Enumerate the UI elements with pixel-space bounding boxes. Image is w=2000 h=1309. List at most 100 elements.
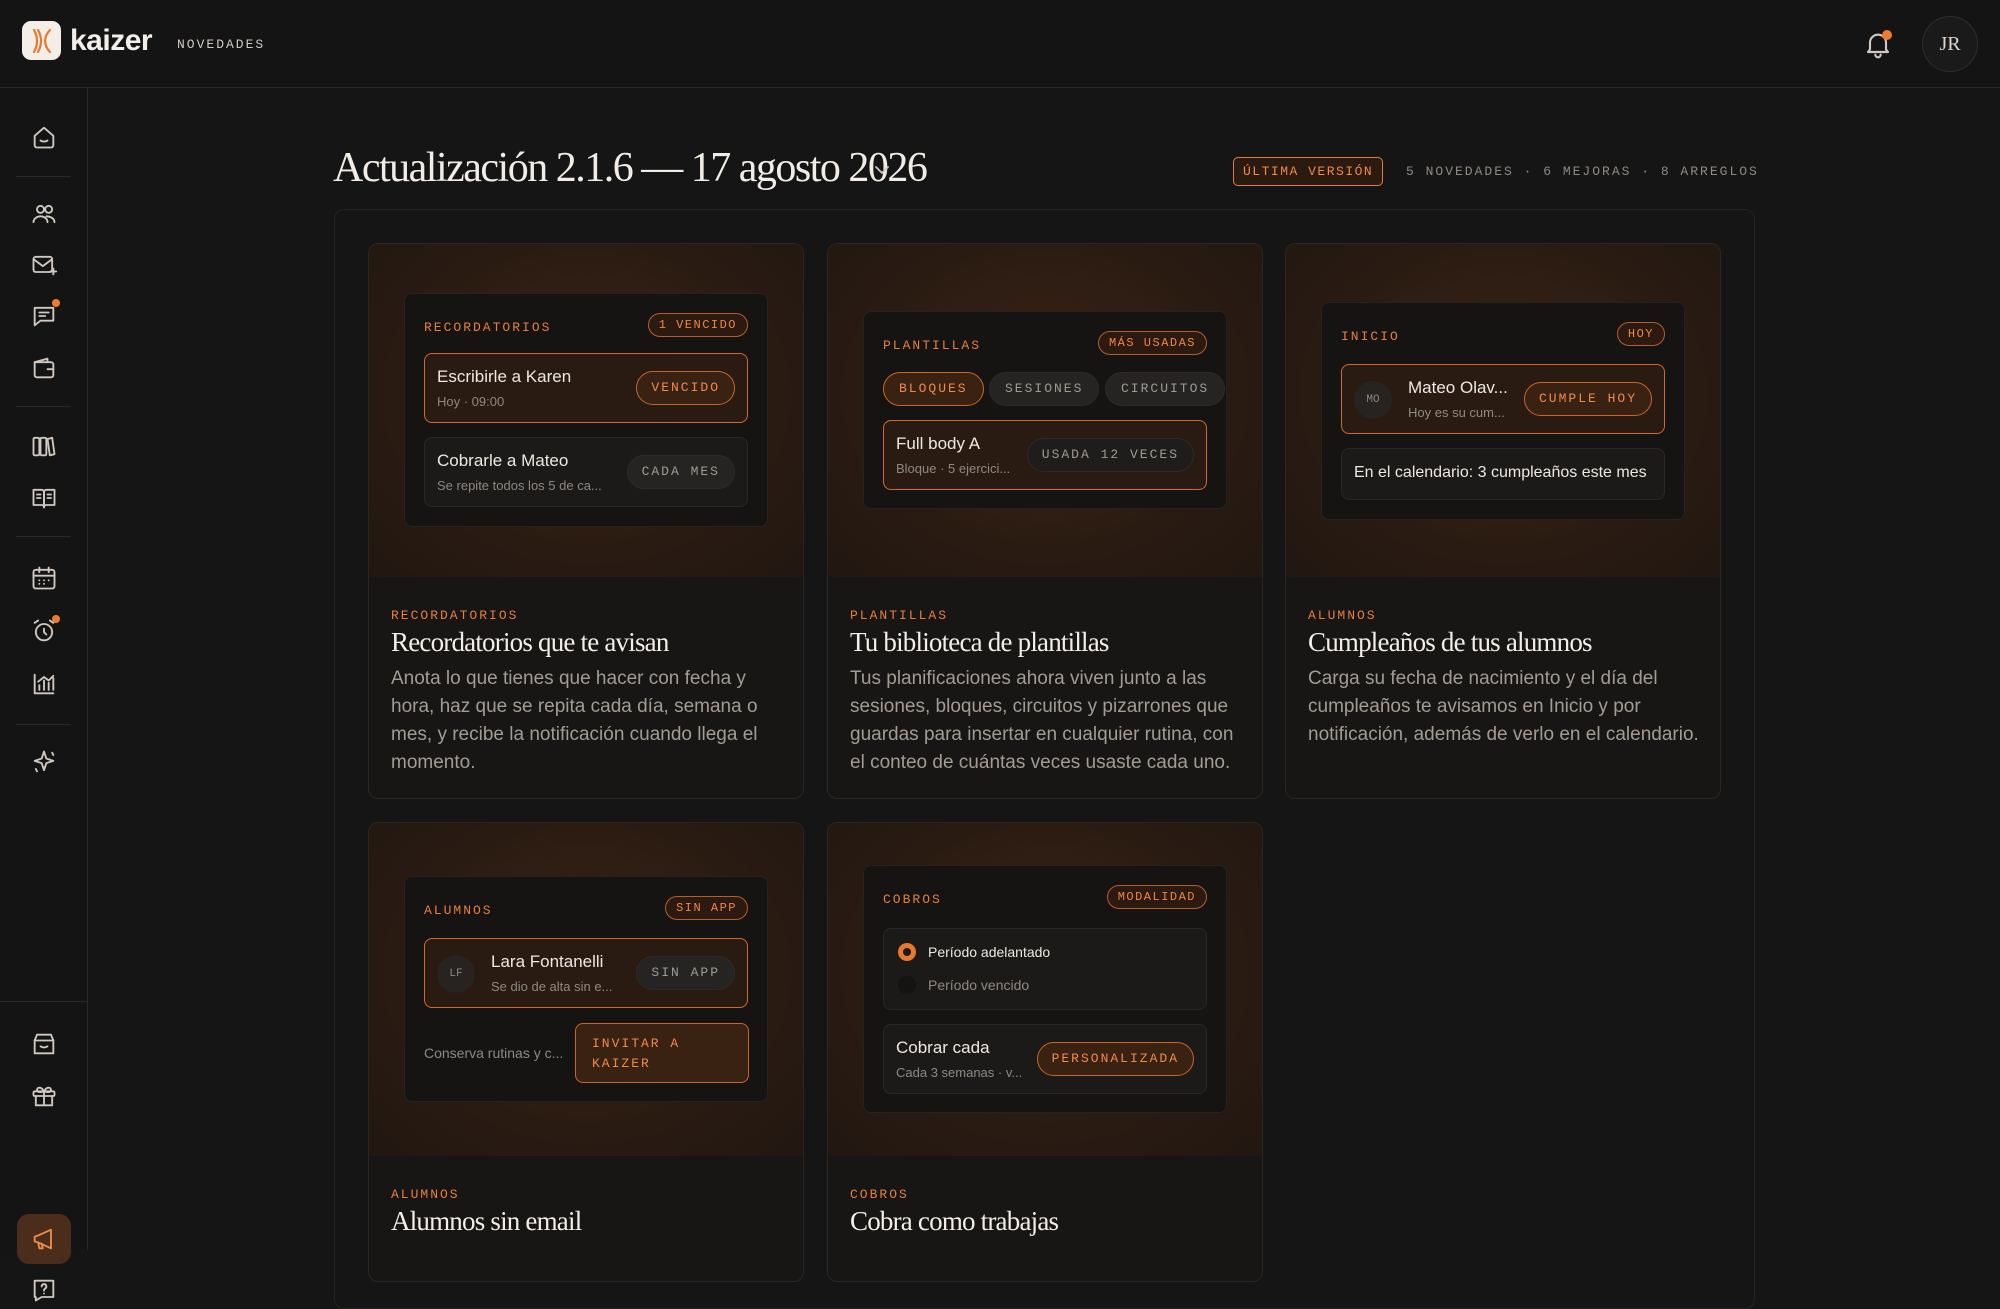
chevron-down-icon[interactable]: [872, 160, 892, 180]
radio-unselected[interactable]: [898, 976, 916, 994]
birthday-row[interactable]: MO Mateo Olav... Hoy es su cum... CUMPLE…: [1341, 364, 1665, 434]
calendar-note: En el calendario: 3 cumpleaños este mes: [1354, 464, 1647, 481]
custom-frequency-badge[interactable]: PERSONALIZADA: [1036, 1042, 1194, 1076]
feature-card-alumnos-sin-email[interactable]: ALUMNOS SIN APP LF Lara Fontanelli Se di…: [368, 822, 804, 1282]
chat-badge-dot: [52, 299, 60, 307]
student-avatar: MO: [1354, 381, 1392, 419]
student-name: Lara Fontanelli: [491, 952, 604, 971]
billing-mode-options: Período adelantado Período vencido: [883, 928, 1207, 1010]
users-icon[interactable]: [26, 196, 62, 232]
overdue-count-badge: 1 VENCIDO: [647, 313, 748, 337]
sidebar-divider: [0, 1001, 88, 1002]
mail-plus-icon[interactable]: [26, 247, 62, 283]
card-category: ALUMNOS: [391, 1187, 460, 1202]
reminder-recurrence: Se repite todos los 5 de ca...: [437, 478, 602, 493]
reminder-row[interactable]: Cobrarle a Mateo Se repite todos los 5 d…: [424, 437, 748, 507]
sparkles-icon[interactable]: [26, 744, 62, 780]
user-avatar[interactable]: JR: [1922, 16, 1978, 72]
card-category: PLANTILLAS: [850, 608, 949, 623]
card-preview: RECORDATORIOS 1 VENCIDO Escribirle a Kar…: [369, 244, 803, 577]
sidebar-divider: [16, 406, 71, 407]
card-title: Cobra como trabajas: [850, 1206, 1059, 1236]
most-used-badge: MÁS USADAS: [1097, 331, 1207, 355]
preview-header: ALUMNOS: [424, 903, 493, 918]
template-subtitle: Bloque · 5 ejercici...: [896, 461, 1011, 476]
tab-bloques[interactable]: BLOQUES: [883, 372, 984, 406]
radio-selected[interactable]: [898, 943, 916, 961]
option-label: Período adelantado: [928, 944, 1051, 960]
preview-panel: PLANTILLAS MÁS USADAS BLOQUES SESIONES C…: [863, 311, 1227, 509]
modality-badge: MODALIDAD: [1106, 885, 1207, 909]
usage-count-badge: USADA 12 VECES: [1026, 438, 1194, 472]
footer-note: Conserva rutinas y c...: [424, 1045, 564, 1061]
reminder-time: Hoy · 09:00: [437, 394, 505, 409]
nav-novedades[interactable]: NOVEDADES: [177, 37, 265, 52]
preview-header: COBROS: [883, 892, 942, 907]
home-icon[interactable]: [26, 119, 62, 155]
invite-button[interactable]: INVITAR A KAIZER: [575, 1023, 749, 1083]
feature-card-cumpleanos[interactable]: INICIO HOY MO Mateo Olav... Hoy es su cu…: [1285, 243, 1721, 799]
reminder-title: Cobrarle a Mateo: [437, 451, 569, 470]
reminder-row[interactable]: Escribirle a Karen Hoy · 09:00 VENCIDO: [424, 353, 748, 423]
card-description: Anota lo que tienes que hacer con fecha …: [391, 668, 758, 773]
reminder-title: Escribirle a Karen: [437, 367, 572, 386]
overdue-badge[interactable]: VENCIDO: [636, 371, 735, 405]
page-title: Actualización 2.1.6 — 17 agosto 2026: [333, 145, 928, 191]
sidebar: [0, 88, 88, 1302]
feature-card-plantillas[interactable]: PLANTILLAS MÁS USADAS BLOQUES SESIONES C…: [827, 243, 1263, 799]
preview-panel: COBROS MODALIDAD Período adelantado Perí…: [863, 865, 1227, 1113]
option-label: Período vencido: [928, 977, 1030, 993]
calendar-icon[interactable]: [26, 560, 62, 596]
sidebar-divider: [16, 176, 71, 177]
birthday-note: Hoy es su cum...: [1408, 405, 1505, 420]
book-icon[interactable]: [26, 480, 62, 516]
preview-header: RECORDATORIOS: [424, 320, 552, 335]
chart-icon[interactable]: [26, 666, 62, 702]
latest-version-badge: ÚLTIMA VERSIÓN: [1233, 157, 1384, 186]
card-title: Alumnos sin email: [391, 1206, 582, 1236]
feature-card-cobros[interactable]: COBROS MODALIDAD Período adelantado Perí…: [827, 822, 1263, 1282]
preview-header: PLANTILLAS: [883, 338, 982, 353]
card-preview: PLANTILLAS MÁS USADAS BLOQUES SESIONES C…: [828, 244, 1262, 577]
preview-panel: ALUMNOS SIN APP LF Lara Fontanelli Se di…: [404, 876, 768, 1102]
no-app-badge: SIN APP: [665, 896, 748, 920]
megaphone-icon[interactable]: [26, 1221, 62, 1257]
alarm-badge-dot: [52, 615, 60, 623]
sidebar-divider: [16, 536, 71, 537]
student-avatar: LF: [437, 955, 475, 993]
student-note: Se dio de alta sin e...: [491, 979, 613, 994]
template-row[interactable]: Full body A Bloque · 5 ejercici... USADA…: [883, 420, 1207, 490]
tab-sesiones[interactable]: SESIONES: [989, 372, 1100, 406]
feature-card-recordatorios[interactable]: RECORDATORIOS 1 VENCIDO Escribirle a Kar…: [368, 243, 804, 799]
gift-icon[interactable]: [26, 1078, 62, 1114]
card-preview: INICIO HOY MO Mateo Olav... Hoy es su cu…: [1286, 244, 1720, 577]
card-category: RECORDATORIOS: [391, 608, 519, 623]
library-icon[interactable]: [26, 428, 62, 464]
top-bar: kaizer NOVEDADES JR: [0, 0, 2000, 88]
card-title: Tu biblioteca de plantillas: [850, 627, 1109, 657]
card-preview: ALUMNOS SIN APP LF Lara Fontanelli Se di…: [369, 823, 803, 1156]
preview-panel: RECORDATORIOS 1 VENCIDO Escribirle a Kar…: [404, 293, 768, 527]
tab-circuitos[interactable]: CIRCUITOS: [1105, 372, 1226, 406]
student-name: Mateo Olav...: [1408, 378, 1508, 397]
preview-header: INICIO: [1341, 329, 1400, 344]
notification-dot: [1882, 30, 1892, 40]
release-summary: 5 NOVEDADES · 6 MEJORAS · 8 ARREGLOS: [1406, 164, 1759, 179]
preview-panel: INICIO HOY MO Mateo Olav... Hoy es su cu…: [1321, 302, 1685, 520]
wallet-icon[interactable]: [26, 350, 62, 386]
card-description: Carga su fecha de nacimiento y el día de…: [1308, 668, 1699, 745]
birthday-today-badge[interactable]: CUMPLE HOY: [1523, 382, 1652, 416]
card-category: COBROS: [850, 1187, 909, 1202]
frequency-title: Cobrar cada: [896, 1038, 990, 1057]
student-row[interactable]: LF Lara Fontanelli Se dio de alta sin e.…: [424, 938, 748, 1008]
brand-name[interactable]: kaizer: [70, 24, 153, 58]
kaizer-logo-icon[interactable]: [22, 21, 61, 60]
sidebar-divider: [16, 724, 71, 725]
recurrence-badge[interactable]: CADA MES: [626, 455, 735, 489]
no-app-status: SIN APP: [636, 956, 735, 990]
billing-frequency-row[interactable]: Cobrar cada Cada 3 semanas · v... PERSON…: [883, 1024, 1207, 1094]
template-title: Full body A: [896, 434, 981, 453]
store-icon[interactable]: [26, 1026, 62, 1062]
help-icon[interactable]: [26, 1272, 62, 1308]
card-description: Tus planificaciones ahora viven junto a …: [850, 668, 1234, 773]
